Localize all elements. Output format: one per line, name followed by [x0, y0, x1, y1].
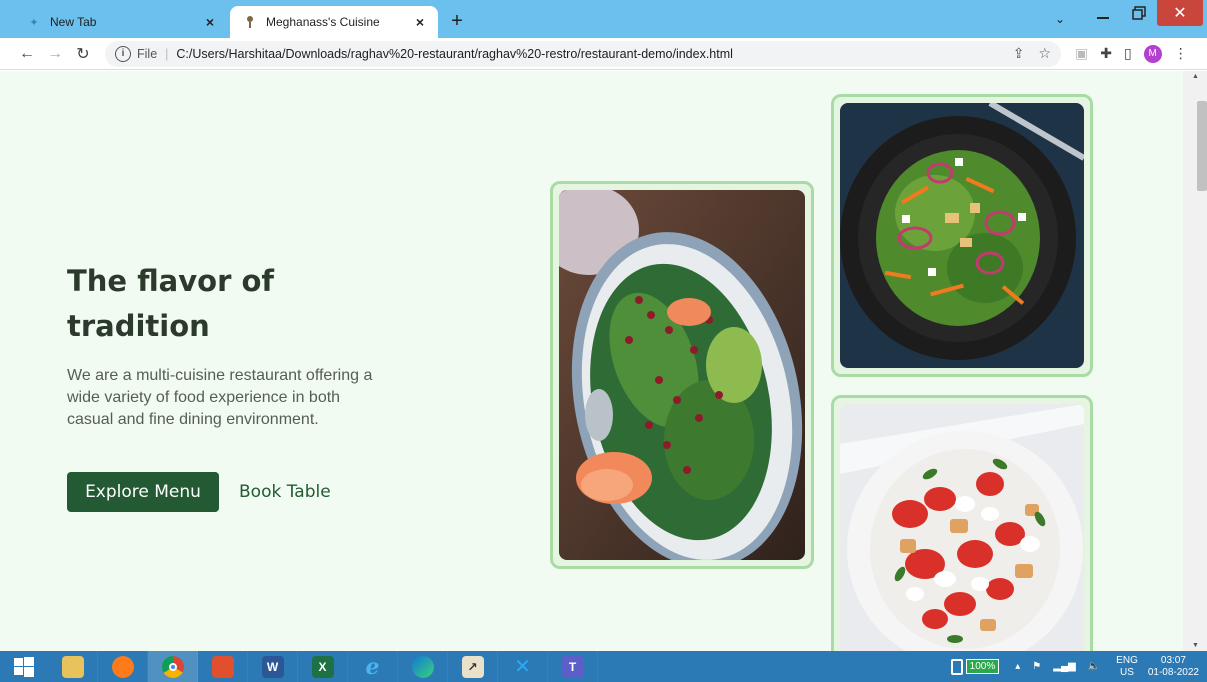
- reload-icon[interactable]: ↻: [69, 40, 97, 68]
- close-tab-icon[interactable]: ×: [202, 14, 218, 30]
- windows-logo-icon: [14, 656, 34, 677]
- scroll-up-arrow-icon[interactable]: ▲: [1192, 73, 1199, 80]
- language-code: ENG: [1116, 654, 1138, 666]
- hero-description: We are a multi-cuisine restaurant offeri…: [67, 367, 373, 428]
- start-button[interactable]: [0, 651, 48, 682]
- info-icon[interactable]: i: [115, 45, 131, 62]
- word-icon: W: [261, 655, 284, 678]
- scheme-label: File: [137, 46, 158, 61]
- url-text[interactable]: C:/Users/Harshitaa/Downloads/raghav%20-r…: [176, 47, 733, 61]
- taskbar-edge[interactable]: [398, 651, 448, 682]
- battery-plug-icon: [950, 658, 963, 675]
- tab-meghanass-cuisine[interactable]: Meghanass's Cuisine ×: [230, 6, 438, 38]
- page-viewport: The flavor of tradition We are a multi-c…: [0, 71, 1183, 651]
- tomato-salad-photo: [840, 404, 1084, 651]
- battery-indicator[interactable]: 100%: [950, 658, 1000, 675]
- firefox-icon: [111, 655, 134, 678]
- tomato-salad-photo-frame: [831, 395, 1093, 651]
- extensions-puzzle-icon[interactable]: ✚: [1100, 45, 1112, 62]
- extension-toolbar: ▣ ✚ ▯ M ⋮: [1075, 44, 1188, 63]
- page-favicon-icon: [242, 14, 258, 30]
- tab-search-chevron-icon[interactable]: ⌄: [1045, 0, 1075, 38]
- flag-icon[interactable]: ⚑: [1032, 661, 1041, 672]
- hero-title: The flavor of tradition: [67, 264, 275, 343]
- taskbar-internet-explorer[interactable]: e: [348, 651, 398, 682]
- tab-label: New Tab: [50, 15, 97, 29]
- excel-icon: X: [311, 655, 334, 678]
- maximize-button[interactable]: [1121, 0, 1157, 26]
- taskbar-word[interactable]: W: [248, 651, 298, 682]
- share-icon[interactable]: ⇪: [1013, 45, 1025, 62]
- app-icon: [211, 655, 234, 678]
- tab-strip: ✦ New Tab × Meghanass's Cuisine × + ⌄ ✕: [0, 0, 1207, 38]
- book-table-button[interactable]: Book Table: [239, 472, 331, 512]
- profile-avatar[interactable]: M: [1143, 44, 1162, 63]
- reader-mode-icon[interactable]: ▣: [1075, 45, 1088, 62]
- taskbar-excel[interactable]: X: [298, 651, 348, 682]
- minimize-button[interactable]: [1085, 0, 1121, 26]
- clock-date: 01-08-2022: [1147, 666, 1199, 678]
- language-indicator[interactable]: ENG US: [1116, 655, 1138, 679]
- volume-icon[interactable]: 🔈: [1088, 661, 1100, 672]
- chrome-icon: [161, 655, 184, 678]
- chart-app-icon: ↗: [461, 655, 484, 678]
- forward-arrow-icon[interactable]: →: [41, 40, 69, 68]
- tab-label: Meghanass's Cuisine: [266, 15, 380, 29]
- dark-plate-salad-photo-frame: [831, 94, 1093, 377]
- dark-plate-salad-photo: [840, 103, 1084, 368]
- salad-plate-photo-frame: [550, 181, 814, 569]
- internet-explorer-icon: e: [365, 653, 380, 680]
- scroll-down-arrow-icon[interactable]: ▼: [1192, 642, 1199, 649]
- windows-taskbar: W X e ↗ ✕ T 100% ▴ ⚑ ▂▄▆ 🔈 ENG US 03:07 …: [0, 651, 1207, 682]
- window-controls: ⌄ ✕: [1045, 0, 1207, 38]
- browser-toolbar: ← → ↻ i File | C:/Users/Harshitaa/Downlo…: [0, 38, 1207, 70]
- taskbar-clock[interactable]: 03:07 01-08-2022: [1148, 655, 1199, 679]
- clock-time: 03:07: [1160, 654, 1186, 666]
- network-signal-icon[interactable]: ▂▄▆: [1053, 661, 1075, 672]
- taskbar-teams[interactable]: T: [548, 651, 598, 682]
- taskbar-vscode[interactable]: ✕: [498, 651, 548, 682]
- side-panel-icon[interactable]: ▯: [1124, 45, 1132, 62]
- new-tab-button[interactable]: +: [446, 10, 468, 32]
- teams-icon: T: [561, 655, 584, 678]
- vscode-icon: ✕: [514, 656, 531, 678]
- address-bar[interactable]: i File | C:/Users/Harshitaa/Downloads/ra…: [105, 40, 1061, 67]
- system-tray: 100% ▴ ⚑ ▂▄▆ 🔈 ENG US 03:07 01-08-2022: [950, 651, 1199, 682]
- close-window-button[interactable]: ✕: [1157, 0, 1203, 26]
- new-tab-icon: ✦: [29, 16, 39, 29]
- taskbar-file-explorer[interactable]: [48, 651, 98, 682]
- file-explorer-icon: [61, 655, 84, 678]
- menu-kebab-icon[interactable]: ⋮: [1174, 45, 1188, 62]
- battery-percentage: 100%: [965, 659, 1000, 674]
- explore-menu-button[interactable]: Explore Menu: [67, 472, 219, 512]
- edge-icon: [411, 655, 434, 678]
- taskbar-app[interactable]: ↗: [448, 651, 498, 682]
- page-scrollbar[interactable]: ▲ ▼: [1183, 71, 1207, 651]
- taskbar-chrome[interactable]: [148, 651, 198, 682]
- language-region: US: [1120, 666, 1134, 678]
- taskbar-firefox[interactable]: [98, 651, 148, 682]
- tab-new-tab[interactable]: ✦ New Tab ×: [14, 6, 228, 38]
- salad-plate-photo: [559, 190, 805, 560]
- address-divider: |: [165, 46, 169, 61]
- tray-overflow-chevron-icon[interactable]: ▴: [1015, 661, 1020, 672]
- address-actions: ⇪ ☆: [1013, 41, 1051, 67]
- taskbar-app[interactable]: [198, 651, 248, 682]
- scrollbar-thumb[interactable]: [1197, 101, 1207, 191]
- bookmark-star-icon[interactable]: ☆: [1038, 45, 1051, 62]
- back-arrow-icon[interactable]: ←: [13, 40, 41, 68]
- close-tab-icon[interactable]: ×: [412, 14, 428, 30]
